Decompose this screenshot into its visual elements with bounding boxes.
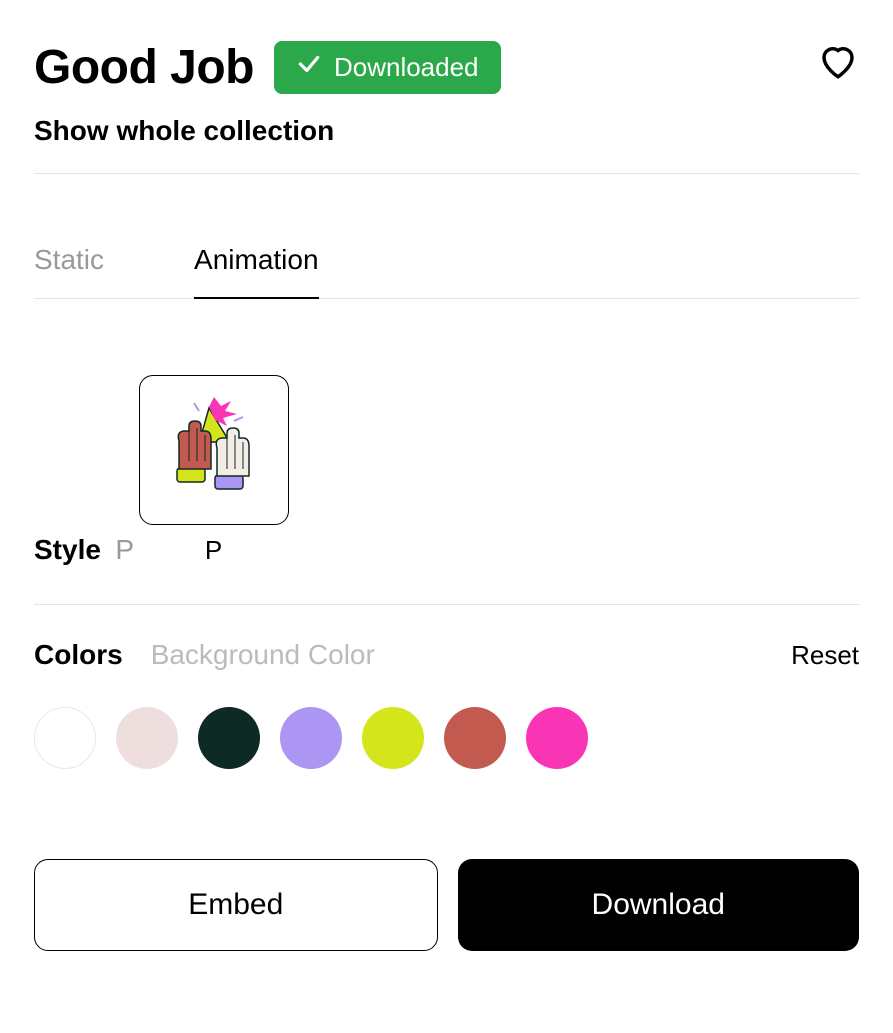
style-thumbnail[interactable] — [139, 375, 289, 525]
favorite-button[interactable] — [817, 40, 859, 87]
action-row: Embed Download — [34, 859, 859, 951]
reset-link[interactable]: Reset — [791, 640, 859, 671]
embed-button[interactable]: Embed — [34, 859, 438, 951]
header: Good Job Downloaded — [34, 40, 859, 95]
download-button[interactable]: Download — [458, 859, 860, 951]
color-swatch-4[interactable] — [362, 707, 424, 769]
downloaded-badge-label: Downloaded — [334, 52, 479, 83]
colors-row: Colors Background Color Reset — [34, 639, 859, 671]
color-swatch-1[interactable] — [116, 707, 178, 769]
tab-animation[interactable]: Animation — [194, 244, 319, 298]
divider — [34, 173, 859, 174]
style-value: P — [115, 534, 134, 566]
color-swatch-0[interactable] — [34, 707, 96, 769]
heart-icon — [817, 69, 859, 86]
page-title: Good Job — [34, 40, 254, 95]
downloaded-badge: Downloaded — [274, 41, 501, 94]
goodjob-illustration-icon — [159, 393, 269, 508]
color-swatch-3[interactable] — [280, 707, 342, 769]
colors-tab[interactable]: Colors — [34, 639, 123, 671]
tabs: Static Animation — [34, 244, 859, 299]
tab-static[interactable]: Static — [34, 244, 104, 298]
color-swatch-6[interactable] — [526, 707, 588, 769]
color-swatch-2[interactable] — [198, 707, 260, 769]
divider — [34, 604, 859, 605]
swatch-row — [34, 707, 859, 769]
color-swatch-5[interactable] — [444, 707, 506, 769]
background-color-tab[interactable]: Background Color — [151, 639, 375, 671]
show-collection-link[interactable]: Show whole collection — [34, 115, 859, 147]
check-icon — [296, 51, 322, 84]
style-label: Style — [34, 534, 101, 566]
style-section: Style P — [34, 349, 859, 566]
style-thumb-label: P — [139, 535, 289, 566]
